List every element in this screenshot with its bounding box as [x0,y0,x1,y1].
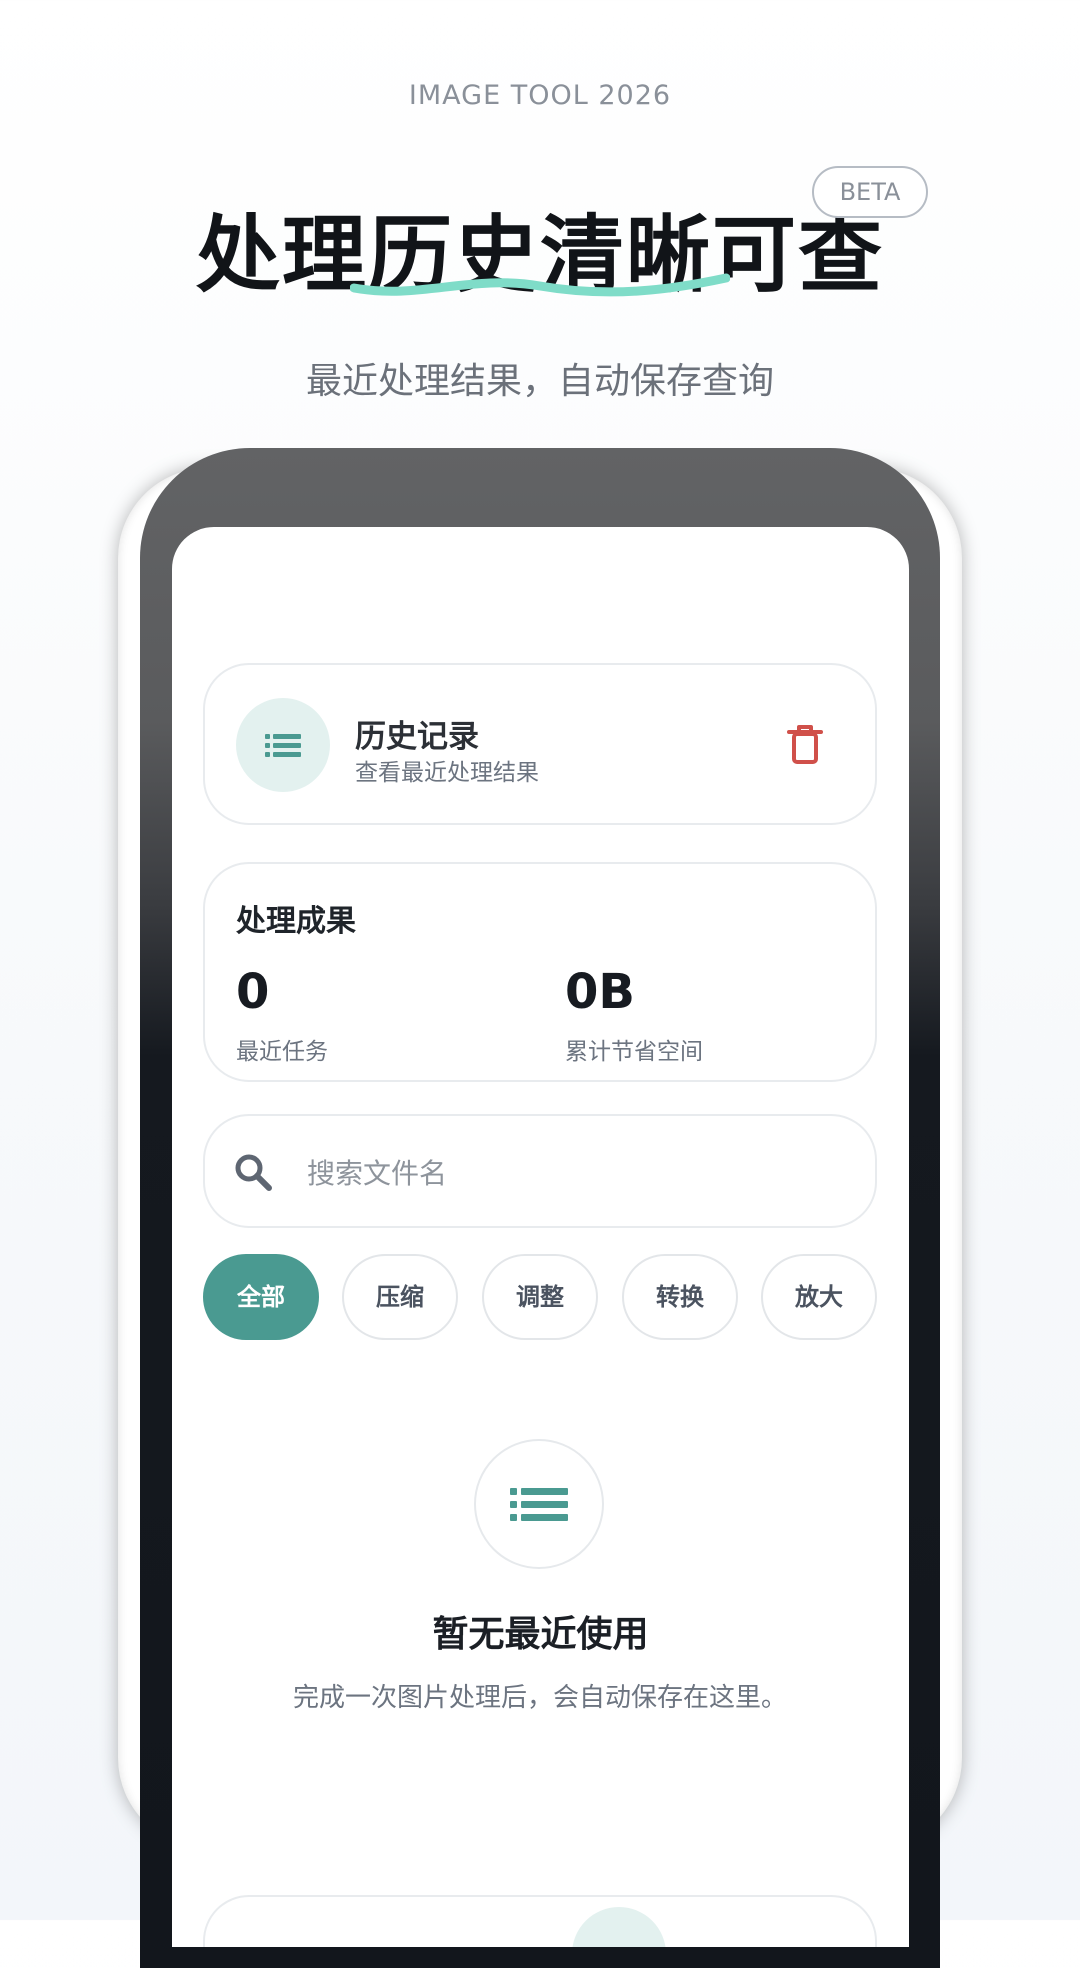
search-bar[interactable] [203,1114,877,1228]
results-title: 处理成果 [236,904,356,939]
tagline: 最近处理结果，自动保存查询 [305,361,774,402]
saved-space-value: 0B [565,964,635,1020]
brand-label: IMAGE TOOL 2026 [408,80,672,111]
trash-icon [787,725,823,764]
filter-chip-convert[interactable]: 转换 [622,1254,738,1340]
search-icon [235,1154,272,1191]
filter-chip-compress[interactable]: 压缩 [342,1254,458,1340]
history-subtitle: 查看最近处理结果 [355,760,539,786]
history-card[interactable]: 历史记录 查看最近处理结果 [203,663,877,825]
search-input[interactable] [305,1144,849,1202]
headline-suffix: 可查 [712,206,885,304]
bottom-card [203,1895,877,1947]
history-title: 历史记录 [355,719,479,755]
clear-history-button[interactable] [777,717,833,773]
highlight-underline [350,273,730,297]
empty-state-description: 完成一次图片处理后，会自动保存在这里。 [292,1683,787,1713]
recent-tasks-value: 0 [236,964,270,1020]
beta-badge: BETA [812,166,928,218]
results-card: 处理成果 0 最近任务 0B 累计节省空间 [203,862,877,1082]
filter-chip-all[interactable]: 全部 [203,1254,319,1340]
list-icon [265,734,301,757]
empty-state-icon-badge [474,1439,604,1569]
saved-space-label: 累计节省空间 [565,1039,703,1065]
history-icon-badge [236,698,330,792]
filter-chip-resize[interactable]: 调整 [482,1254,598,1340]
recent-tasks-label: 最近任务 [236,1039,328,1065]
phone-screen: 历史记录 查看最近处理结果 处理成果 0 最近任务 0B 累计节省空间 全部 压… [172,527,909,1947]
headline-prefix: 处理 [195,206,368,304]
list-icon [510,1488,568,1521]
empty-state-title: 暂无最近使用 [432,1614,649,1655]
filter-chip-upscale[interactable]: 放大 [761,1254,877,1340]
